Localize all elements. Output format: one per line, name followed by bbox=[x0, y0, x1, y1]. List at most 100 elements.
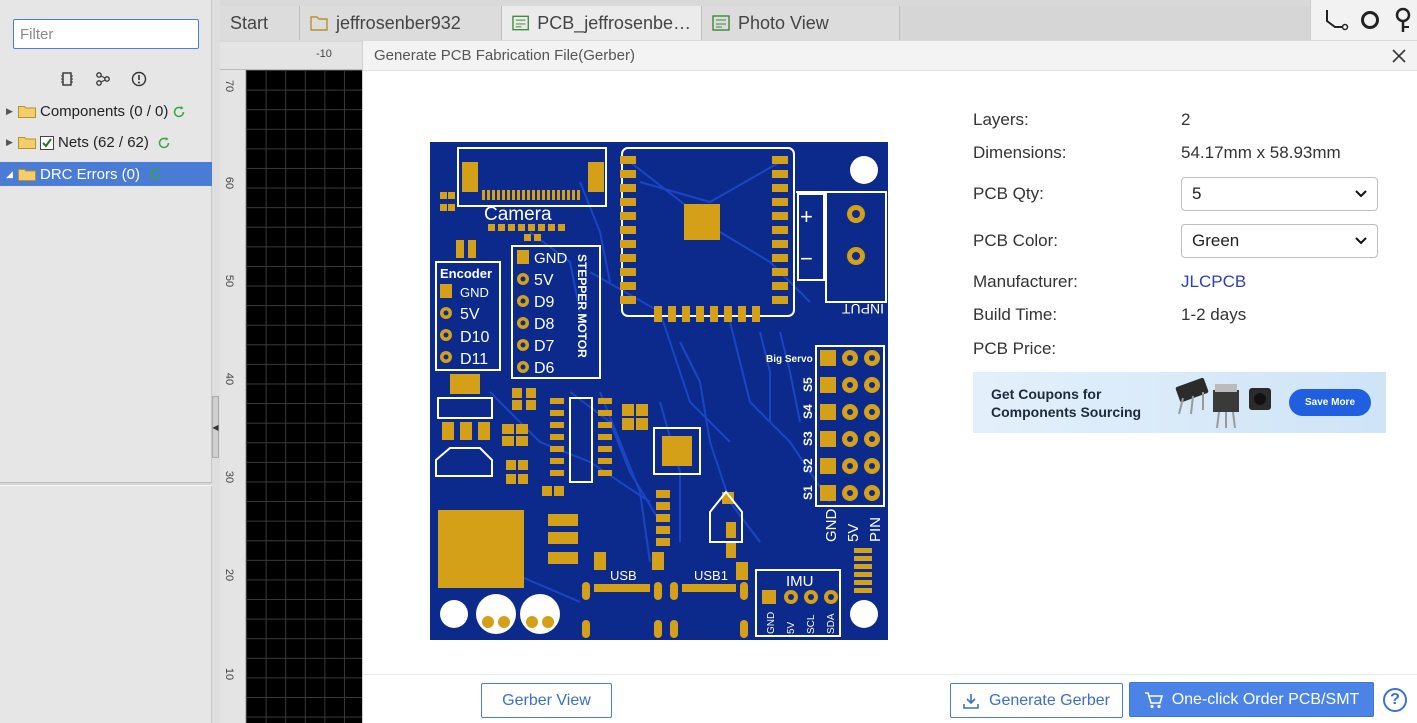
pad-icon[interactable] bbox=[1391, 7, 1415, 33]
tab-start[interactable]: Start bbox=[220, 6, 300, 40]
folder-icon bbox=[310, 16, 328, 31]
tab-photo-view[interactable]: Photo View bbox=[702, 6, 900, 40]
silk-plus: + bbox=[800, 204, 813, 229]
ruler-tick-label: -10 bbox=[316, 48, 332, 60]
ruler-top: -10 bbox=[220, 42, 362, 70]
silk-servo-bottom: GND bbox=[823, 509, 840, 543]
filter-input[interactable] bbox=[13, 19, 199, 49]
ruler-tick-label: 50 bbox=[223, 274, 236, 288]
silk-camera: Camera bbox=[484, 204, 552, 225]
silk-imu-pin: SDA bbox=[826, 613, 837, 634]
refresh-icon[interactable] bbox=[157, 136, 171, 150]
tab-label: Start bbox=[230, 12, 269, 33]
ruler-tick-label: 20 bbox=[223, 568, 236, 582]
save-more-button[interactable]: Save More bbox=[1289, 389, 1371, 416]
coupon-banner[interactable]: Get Coupons for Components Sourcing Save… bbox=[973, 372, 1386, 433]
tree-item-drc-errors[interactable]: ◢ DRC Errors (0) bbox=[0, 162, 212, 186]
silk-servo-label: S5 bbox=[801, 377, 815, 392]
tab-pcb[interactable]: PCB_jeffrosenbe… bbox=[502, 6, 702, 40]
components-image-icon bbox=[1175, 377, 1271, 429]
silk-enc-pin: GND bbox=[460, 285, 489, 300]
build-time-value: 1-2 days bbox=[1181, 305, 1247, 324]
one-click-order-button[interactable]: One-click Order PCB/SMT bbox=[1129, 682, 1374, 717]
panel-divider[interactable] bbox=[0, 482, 212, 486]
qty-label: PCB Qty: bbox=[973, 184, 1044, 203]
drc-alert-icon[interactable] bbox=[130, 70, 148, 88]
tree-item-label: Components (0 / 0) bbox=[40, 103, 169, 120]
app-root: ▶ Components (0 / 0) ▶ Nets (62 / 62) ◢ … bbox=[0, 0, 1417, 723]
expand-caret-icon[interactable]: ▶ bbox=[6, 137, 18, 148]
dialog-header: Generate PCB Fabrication File(Gerber) bbox=[363, 41, 1417, 71]
silk-imu: IMU bbox=[786, 573, 814, 590]
folder-icon bbox=[18, 168, 36, 181]
mount-hole bbox=[850, 600, 878, 628]
manufacturer-link[interactable]: JLCPCB bbox=[1181, 272, 1246, 292]
button-label: One-click Order PCB/SMT bbox=[1171, 690, 1360, 708]
tree-item-nets[interactable]: ▶ Nets (62 / 62) bbox=[0, 127, 212, 158]
price-label: PCB Price: bbox=[973, 339, 1057, 358]
help-icon[interactable]: ? bbox=[1383, 688, 1407, 712]
splitter[interactable] bbox=[212, 0, 220, 723]
mount-hole bbox=[440, 600, 468, 628]
silk-usb: USB bbox=[610, 568, 637, 583]
tree-item-label: DRC Errors (0) bbox=[40, 165, 140, 183]
folder-icon bbox=[18, 137, 36, 149]
refresh-icon[interactable] bbox=[172, 105, 186, 119]
silk-big-servo: Big Servo bbox=[766, 354, 813, 365]
panel-toolbar bbox=[58, 70, 148, 88]
refresh-icon[interactable] bbox=[148, 167, 162, 181]
silk-imu-pin: SCL bbox=[806, 614, 817, 634]
ruler-tick-label: 40 bbox=[223, 372, 236, 386]
button-label: Generate Gerber bbox=[989, 691, 1110, 709]
manufacturer-label: Manufacturer: bbox=[973, 272, 1078, 291]
silk-imu-pin: GND bbox=[766, 612, 777, 634]
silk-enc-pin: 5V bbox=[460, 306, 480, 323]
close-icon[interactable] bbox=[1389, 46, 1409, 66]
gerber-dialog: Generate PCB Fabrication File(Gerber) Ca… bbox=[362, 41, 1417, 723]
layers-value: 2 bbox=[1181, 110, 1191, 129]
pcb-icon bbox=[712, 15, 730, 31]
silk-servo-label: S2 bbox=[801, 458, 815, 473]
ruler-tick-label: 60 bbox=[223, 176, 236, 190]
silk-servo-label: S1 bbox=[801, 485, 815, 500]
tree-item-label: Nets (62 / 62) bbox=[58, 134, 149, 151]
generate-gerber-button[interactable]: Generate Gerber bbox=[950, 683, 1123, 718]
collapse-panel-icon[interactable]: ◀ bbox=[212, 396, 219, 458]
silk-minus: − bbox=[800, 246, 813, 271]
silk-stepper-pin: D9 bbox=[534, 294, 555, 311]
silk-input: INPUT bbox=[842, 301, 884, 317]
via-icon[interactable] bbox=[1359, 9, 1381, 31]
color-select[interactable]: Green bbox=[1181, 224, 1378, 258]
pcb-preview: Camera + − INPUT Encoder GND 5V D10 D11 … bbox=[430, 142, 888, 640]
download-icon bbox=[963, 693, 979, 709]
pcb-icon bbox=[512, 15, 529, 31]
dimensions-value: 54.17mm x 58.93mm bbox=[1181, 143, 1341, 162]
silk-enc-pin: D10 bbox=[460, 329, 489, 346]
collapse-caret-icon[interactable]: ◢ bbox=[6, 169, 18, 180]
route-track-icon[interactable] bbox=[1323, 7, 1349, 33]
mount-hole bbox=[850, 156, 878, 184]
nets-checkbox[interactable] bbox=[40, 135, 54, 150]
silk-stepper-pin: D7 bbox=[534, 338, 555, 355]
expand-caret-icon[interactable]: ▶ bbox=[6, 106, 18, 117]
silk-stepper-pin: D8 bbox=[534, 316, 555, 333]
tab-label: Photo View bbox=[738, 12, 829, 33]
build-time-label: Build Time: bbox=[973, 305, 1058, 324]
layers-label: Layers: bbox=[973, 110, 1029, 129]
silk-servo-bottom: 5V bbox=[845, 524, 862, 542]
silk-servo-label: S3 bbox=[801, 431, 815, 446]
silk-usb1: USB1 bbox=[694, 568, 728, 583]
component-icon[interactable] bbox=[58, 70, 76, 88]
tab-project[interactable]: jeffrosenber932 bbox=[300, 6, 502, 40]
chevron-down-icon bbox=[1355, 237, 1367, 245]
dialog-title: Generate PCB Fabrication File(Gerber) bbox=[374, 47, 635, 64]
gerber-view-button[interactable]: Gerber View bbox=[481, 683, 612, 718]
button-label: Gerber View bbox=[502, 691, 591, 709]
silk-enc-pin: D11 bbox=[460, 351, 488, 368]
pcb-canvas[interactable] bbox=[246, 70, 362, 723]
tree-item-components[interactable]: ▶ Components (0 / 0) bbox=[0, 96, 212, 127]
silk-servo-bottom: PIN bbox=[867, 517, 884, 542]
qty-selected-value: 5 bbox=[1192, 184, 1202, 203]
qty-select[interactable]: 5 bbox=[1181, 177, 1378, 211]
net-icon[interactable] bbox=[94, 70, 112, 88]
